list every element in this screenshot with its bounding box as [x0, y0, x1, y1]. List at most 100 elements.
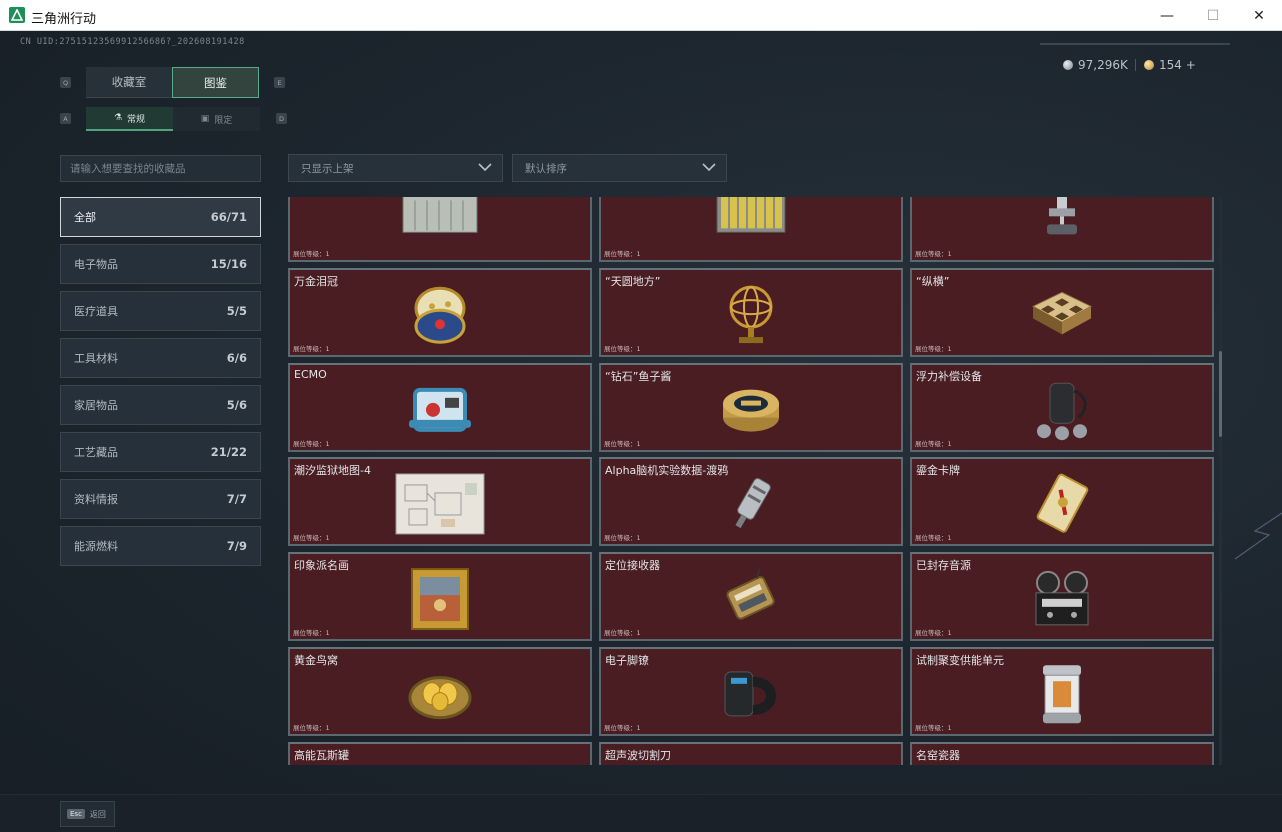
key-e-hint: E — [274, 77, 285, 88]
gps-receiver-icon — [719, 562, 783, 632]
subtab-regular[interactable]: ⚗ 常规 — [86, 107, 173, 131]
booth-level: 展位等级：1 — [604, 440, 641, 448]
item-name: 超声波切割刀 — [605, 749, 671, 762]
tab-catalog[interactable]: 图鉴 — [172, 67, 259, 98]
collectible-card[interactable]: 万金泪冠 展位等级：1 — [288, 268, 592, 357]
booth-level: 展位等级：1 — [915, 440, 952, 448]
category-electronics[interactable]: 电子物品 15/16 — [60, 244, 261, 284]
chevron-down-icon — [702, 163, 716, 172]
collectible-card[interactable]: 电子脚镣 展位等级：1 — [599, 647, 903, 736]
category-count: 5/6 — [226, 398, 247, 412]
collectible-card[interactable]: “纵横” 展位等级：1 — [910, 268, 1214, 357]
lightning-decoration-icon — [1234, 512, 1282, 560]
category-label: 家居物品 — [74, 399, 118, 412]
maximize-button[interactable]: ☐ — [1190, 0, 1236, 31]
booth-level: 展位等级：1 — [293, 345, 330, 353]
collectible-card[interactable]: 展位等级：1 — [910, 197, 1214, 262]
category-count: 7/7 — [226, 492, 247, 506]
tab-collection-room[interactable]: 收藏室 — [86, 67, 172, 98]
collectible-card[interactable]: “天圆地方” 展位等级：1 — [599, 268, 903, 357]
collectible-card[interactable]: 浮力补偿设备 展位等级：1 — [910, 363, 1214, 452]
category-medical[interactable]: 医疗道具 5/5 — [60, 291, 261, 331]
ticket-balance[interactable]: 154 + — [1144, 58, 1196, 72]
category-household[interactable]: 家居物品 5/6 — [60, 385, 261, 425]
esc-key-hint: Esc — [67, 809, 85, 819]
booth-level: 展位等级：1 — [604, 250, 641, 258]
collectible-card[interactable]: 黄金鸟窝 展位等级：1 — [288, 647, 592, 736]
coin-balance: 97,296K — [1063, 58, 1128, 72]
chevron-down-icon — [478, 163, 492, 172]
ankle-monitor-icon — [719, 663, 783, 727]
category-count: 5/5 — [226, 304, 247, 318]
collectible-card[interactable]: 已封存音源 展位等级：1 — [910, 552, 1214, 641]
key-q-hint: Q — [60, 77, 71, 88]
collectible-card[interactable]: Alpha脑机实验数据-渡鸦 展位等级：1 — [599, 457, 903, 546]
caviar-tin-icon — [719, 381, 783, 441]
category-intel[interactable]: 资料情报 7/7 — [60, 479, 261, 519]
item-name: 电子脚镣 — [605, 654, 649, 667]
collectible-card[interactable]: 名窑瓷器 展位等级：1 — [910, 742, 1214, 765]
category-label: 电子物品 — [74, 258, 118, 271]
search-input[interactable] — [61, 156, 260, 181]
item-name: 浮力补偿设备 — [916, 370, 982, 383]
window-title: 三角洲行动 — [31, 12, 97, 27]
app-logo-icon — [9, 7, 25, 23]
collectible-card[interactable]: “钻石”鱼子酱 展位等级：1 — [599, 363, 903, 452]
item-name: 定位接收器 — [605, 559, 660, 572]
category-crafts[interactable]: 工艺藏品 21/22 — [60, 432, 261, 472]
booth-level: 展位等级：1 — [293, 440, 330, 448]
collectible-card[interactable]: 高能瓦斯罐 展位等级：1 — [288, 742, 592, 765]
collectible-card[interactable]: 印象派名画 展位等级：1 — [288, 552, 592, 641]
category-label: 工具材料 — [74, 352, 118, 365]
collectible-card[interactable]: 定位接收器 展位等级：1 — [599, 552, 903, 641]
key-d-hint: D — [276, 113, 287, 124]
back-button[interactable]: Esc 返回 — [60, 801, 115, 827]
search-box[interactable] — [60, 155, 261, 182]
subtab-regular-label: 常规 — [127, 114, 146, 125]
booth-level: 展位等级：1 — [604, 345, 641, 353]
subtab-limited[interactable]: ▣ 限定 — [173, 107, 260, 131]
grid-scrollbar-thumb[interactable] — [1219, 351, 1222, 437]
sort-dropdown[interactable]: 默认排序 — [512, 154, 727, 182]
item-name: 名窑瓷器 — [916, 749, 960, 762]
fusion-cell-icon — [1037, 661, 1087, 731]
booth-level: 展位等级：1 — [915, 724, 952, 732]
collectible-card[interactable]: 潮汐监狱地图-4 展位等级：1 — [288, 457, 592, 546]
diving-gear-icon — [1032, 377, 1092, 447]
close-button[interactable]: ✕ — [1236, 0, 1282, 31]
back-label: 返回 — [89, 809, 106, 819]
battery-pack-icon — [711, 197, 791, 242]
item-name: 潮汐监狱地图-4 — [294, 464, 371, 477]
booth-level: 展位等级：1 — [293, 724, 330, 732]
grid-scrollbar-track[interactable] — [1219, 197, 1222, 765]
category-label: 资料情报 — [74, 493, 118, 506]
item-name: 印象派名画 — [294, 559, 349, 572]
category-tools[interactable]: 工具材料 6/6 — [60, 338, 261, 378]
reel-recorder-icon — [1030, 568, 1094, 632]
collectible-card[interactable]: 超声波切割刀 展位等级：1 — [599, 742, 903, 765]
gold-card-icon — [1032, 472, 1092, 540]
category-energy[interactable]: 能源燃料 7/9 — [60, 526, 261, 566]
collectible-grid: 展位等级：1 展位等级：1 展位等级：1 万金泪冠 展位等级：1 “天圆地方” — [288, 197, 1214, 765]
category-label: 全部 — [74, 211, 96, 224]
collectible-card[interactable]: 鎏金卡牌 展位等级：1 — [910, 457, 1214, 546]
item-name: 高能瓦斯罐 — [294, 749, 349, 762]
collectible-card[interactable]: 展位等级：1 — [288, 197, 592, 262]
booth-level: 展位等级：1 — [604, 629, 641, 637]
category-count: 15/16 — [210, 257, 247, 271]
item-name: “天圆地方” — [605, 275, 661, 288]
flask-icon: ⚗ — [113, 113, 123, 123]
category-all[interactable]: 全部 66/71 — [60, 197, 261, 237]
golden-nest-icon — [408, 665, 472, 725]
item-name: 已封存音源 — [916, 559, 971, 572]
minimize-button[interactable]: — — [1144, 0, 1190, 31]
collectible-card[interactable]: 试制聚变供能单元 展位等级：1 — [910, 647, 1214, 736]
chess-board-icon — [1029, 288, 1095, 344]
category-count: 66/71 — [210, 210, 247, 224]
jeweled-egg-icon — [410, 282, 470, 352]
ticket-icon — [1144, 60, 1154, 70]
collectible-card[interactable]: 展位等级：1 — [599, 197, 903, 262]
collectible-card[interactable]: ECMO 展位等级：1 — [288, 363, 592, 452]
robot-arm-icon — [1037, 197, 1087, 242]
shelf-filter-dropdown[interactable]: 只显示上架 — [288, 154, 503, 182]
